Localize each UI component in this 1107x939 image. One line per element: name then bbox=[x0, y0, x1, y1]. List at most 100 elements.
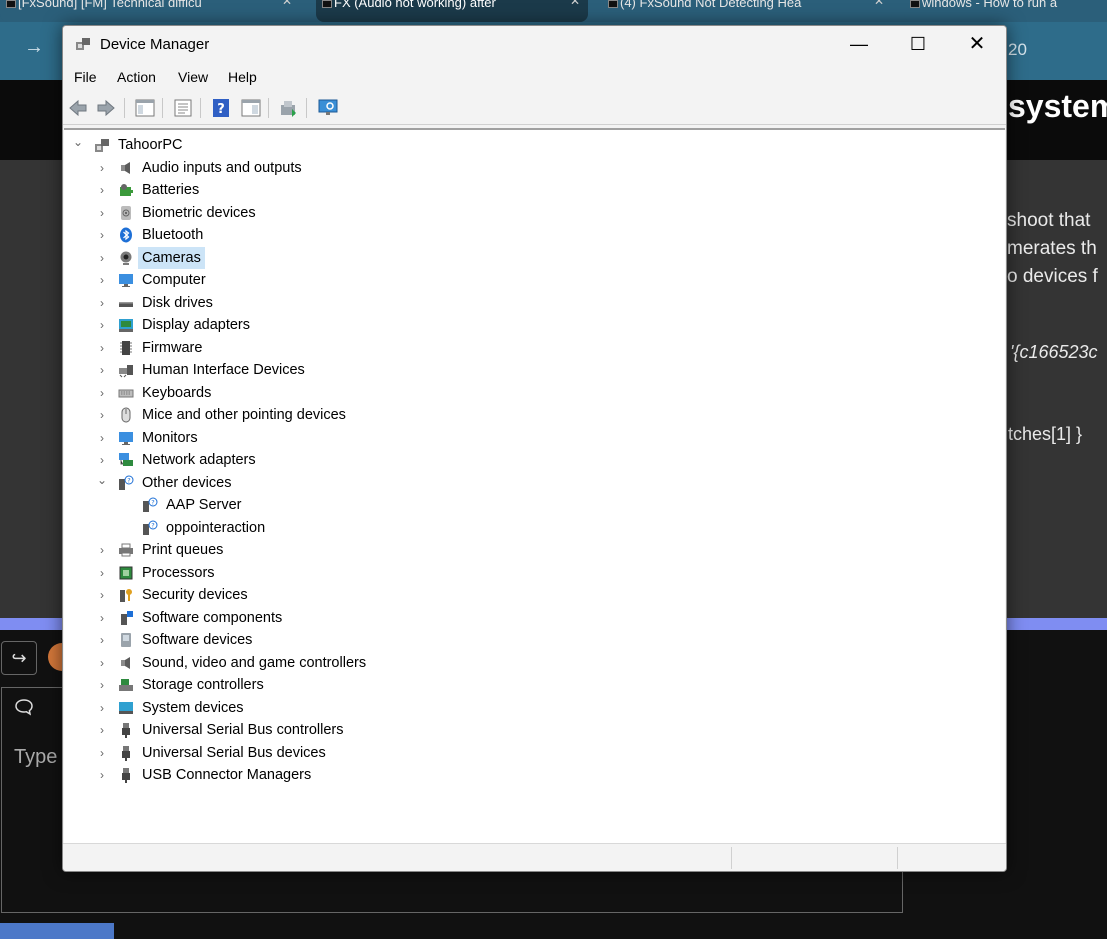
tree-category-node[interactable]: › Human Interface Devices bbox=[64, 359, 1004, 381]
tree-category-node[interactable]: › Computer bbox=[64, 269, 1004, 291]
tree-node-label: Other devices bbox=[142, 474, 232, 491]
tab-title: windows - How to run a bbox=[922, 0, 1058, 10]
expand-chevron-icon[interactable]: › bbox=[96, 337, 108, 359]
disk-drive-icon bbox=[118, 295, 134, 311]
expand-chevron-icon[interactable]: › bbox=[96, 719, 108, 741]
tree-category-node[interactable]: › Mice and other pointing devices bbox=[64, 404, 1004, 426]
menu-help[interactable]: Help bbox=[228, 69, 257, 85]
browser-tab[interactable]: [FxSound] [FM] Technical difficu ✕ bbox=[0, 0, 300, 22]
collapse-chevron-icon[interactable]: ⌄ bbox=[72, 134, 84, 156]
post-button[interactable] bbox=[0, 923, 114, 939]
tree-node-label: Print queues bbox=[142, 542, 224, 558]
expand-chevron-icon[interactable]: › bbox=[96, 652, 108, 674]
svg-text:?: ? bbox=[151, 521, 154, 529]
scan-hardware-icon[interactable] bbox=[317, 97, 339, 119]
tree-category-node[interactable]: › Universal Serial Bus devices bbox=[64, 742, 1004, 764]
expand-chevron-icon[interactable]: › bbox=[96, 427, 108, 449]
collapse-chevron-icon[interactable]: ⌄ bbox=[96, 472, 108, 494]
expand-chevron-icon[interactable]: › bbox=[96, 764, 108, 786]
tree-category-node[interactable]: › Universal Serial Bus controllers bbox=[64, 719, 1004, 741]
menu-action[interactable]: Action bbox=[117, 69, 156, 85]
expand-chevron-icon[interactable]: › bbox=[96, 224, 108, 246]
menu-file[interactable]: File bbox=[74, 69, 97, 85]
expand-chevron-icon[interactable]: › bbox=[96, 607, 108, 629]
browser-tab[interactable]: FX (Audio not working) after ✕ bbox=[316, 0, 588, 22]
tree-category-node[interactable]: › Disk drives bbox=[64, 292, 1004, 314]
close-button[interactable]: ✕ bbox=[948, 26, 1006, 63]
maximize-button[interactable]: ☐ bbox=[889, 26, 947, 63]
tree-category-node[interactable]: › Processors bbox=[64, 562, 1004, 584]
action-pane-icon[interactable] bbox=[240, 97, 262, 119]
tree-category-node[interactable]: › Storage controllers bbox=[64, 674, 1004, 696]
tree-category-node[interactable]: › Bluetooth bbox=[64, 224, 1004, 246]
tree-category-node[interactable]: › Firmware bbox=[64, 337, 1004, 359]
tree-node-label: Human Interface Devices bbox=[142, 362, 305, 378]
update-driver-icon[interactable] bbox=[278, 97, 300, 119]
expand-chevron-icon[interactable]: › bbox=[96, 562, 108, 584]
tree-category-node[interactable]: › Batteries bbox=[64, 179, 1004, 201]
title-bar[interactable]: Device Manager — ☐ ✕ bbox=[63, 26, 1006, 63]
expand-chevron-icon[interactable]: › bbox=[96, 247, 108, 269]
tree-category-node[interactable]: ⌄? Other devices bbox=[64, 472, 1004, 494]
expand-chevron-icon[interactable]: › bbox=[96, 157, 108, 179]
expand-chevron-icon[interactable]: › bbox=[96, 314, 108, 336]
tree-node-label: USB Connector Managers bbox=[142, 767, 312, 783]
tree-node-label: System devices bbox=[142, 699, 244, 716]
comment-icon bbox=[14, 698, 34, 721]
share-icon: ↪ bbox=[11, 648, 27, 668]
tab-favicon-icon bbox=[322, 0, 332, 8]
tree-category-node[interactable]: › Print queues bbox=[64, 539, 1004, 561]
expand-chevron-icon[interactable]: › bbox=[96, 404, 108, 426]
tree-category-node[interactable]: › System devices bbox=[64, 697, 1004, 719]
device-tree[interactable]: ⌄ TahoorPC › Audio inputs and outputs › Batte… bbox=[64, 128, 1005, 843]
tree-category-node[interactable]: › Monitors bbox=[64, 427, 1004, 449]
expand-chevron-icon[interactable]: › bbox=[96, 674, 108, 696]
properties-icon[interactable] bbox=[172, 97, 194, 119]
tab-close-icon[interactable]: ✕ bbox=[874, 0, 884, 7]
browser-forward-icon[interactable]: → bbox=[24, 36, 44, 59]
tree-category-node[interactable]: › Software devices bbox=[64, 629, 1004, 651]
expand-chevron-icon[interactable]: › bbox=[96, 292, 108, 314]
expand-chevron-icon[interactable]: › bbox=[96, 179, 108, 201]
expand-chevron-icon[interactable]: › bbox=[96, 742, 108, 764]
page-code-guid: '{c166523c bbox=[1010, 342, 1098, 362]
menu-view[interactable]: View bbox=[178, 69, 208, 85]
help-icon[interactable]: ? bbox=[210, 97, 232, 119]
expand-chevron-icon[interactable]: › bbox=[96, 449, 108, 471]
expand-chevron-icon[interactable]: › bbox=[96, 629, 108, 651]
close-icon: ✕ bbox=[968, 33, 986, 55]
tree-category-node[interactable]: › Sound, video and game controllers bbox=[64, 652, 1004, 674]
forward-arrow-icon[interactable] bbox=[95, 97, 117, 119]
tree-category-node[interactable]: › USB Connector Managers bbox=[64, 764, 1004, 786]
tree-category-node[interactable]: › Biometric devices bbox=[64, 202, 1004, 224]
page-text-line: shoot that bbox=[1007, 210, 1091, 231]
browser-tab[interactable]: windows - How to run a bbox=[904, 0, 1107, 22]
monitor-icon bbox=[118, 430, 134, 446]
minimize-button[interactable]: — bbox=[830, 26, 888, 63]
address-text[interactable]: 20 bbox=[1008, 40, 1027, 60]
share-button[interactable]: ↪ bbox=[1, 641, 37, 675]
tab-close-icon[interactable]: ✕ bbox=[570, 0, 580, 7]
tree-category-node[interactable]: › Software components bbox=[64, 607, 1004, 629]
expand-chevron-icon[interactable]: › bbox=[96, 539, 108, 561]
tree-root-node[interactable]: ⌄ TahoorPC bbox=[64, 134, 1004, 156]
expand-chevron-icon[interactable]: › bbox=[96, 382, 108, 404]
expand-chevron-icon[interactable]: › bbox=[96, 697, 108, 719]
expand-chevron-icon[interactable]: › bbox=[96, 584, 108, 606]
tree-category-node[interactable]: › Display adapters bbox=[64, 314, 1004, 336]
browser-tab[interactable]: (4) FxSound Not Detecting Hea ✕ bbox=[602, 0, 892, 22]
expand-chevron-icon[interactable]: › bbox=[96, 359, 108, 381]
tree-device-node[interactable]: ? AAP Server bbox=[64, 494, 1004, 516]
tree-category-node[interactable]: › Security devices bbox=[64, 584, 1004, 606]
tree-category-node[interactable]: › Audio inputs and outputs bbox=[64, 157, 1004, 179]
expand-chevron-icon[interactable]: › bbox=[96, 202, 108, 224]
tree-category-node[interactable]: › Keyboards bbox=[64, 382, 1004, 404]
expand-chevron-icon[interactable]: › bbox=[96, 269, 108, 291]
show-hide-console-tree-icon[interactable] bbox=[134, 97, 156, 119]
tab-close-icon[interactable]: ✕ bbox=[282, 0, 292, 7]
back-arrow-icon[interactable] bbox=[67, 97, 89, 119]
tree-device-node[interactable]: ? oppointeraction bbox=[64, 517, 1004, 539]
tree-node-label: Storage controllers bbox=[142, 677, 264, 693]
tree-category-node[interactable]: › Network adapters bbox=[64, 449, 1004, 471]
tree-category-node[interactable]: › Cameras bbox=[64, 246, 1004, 269]
